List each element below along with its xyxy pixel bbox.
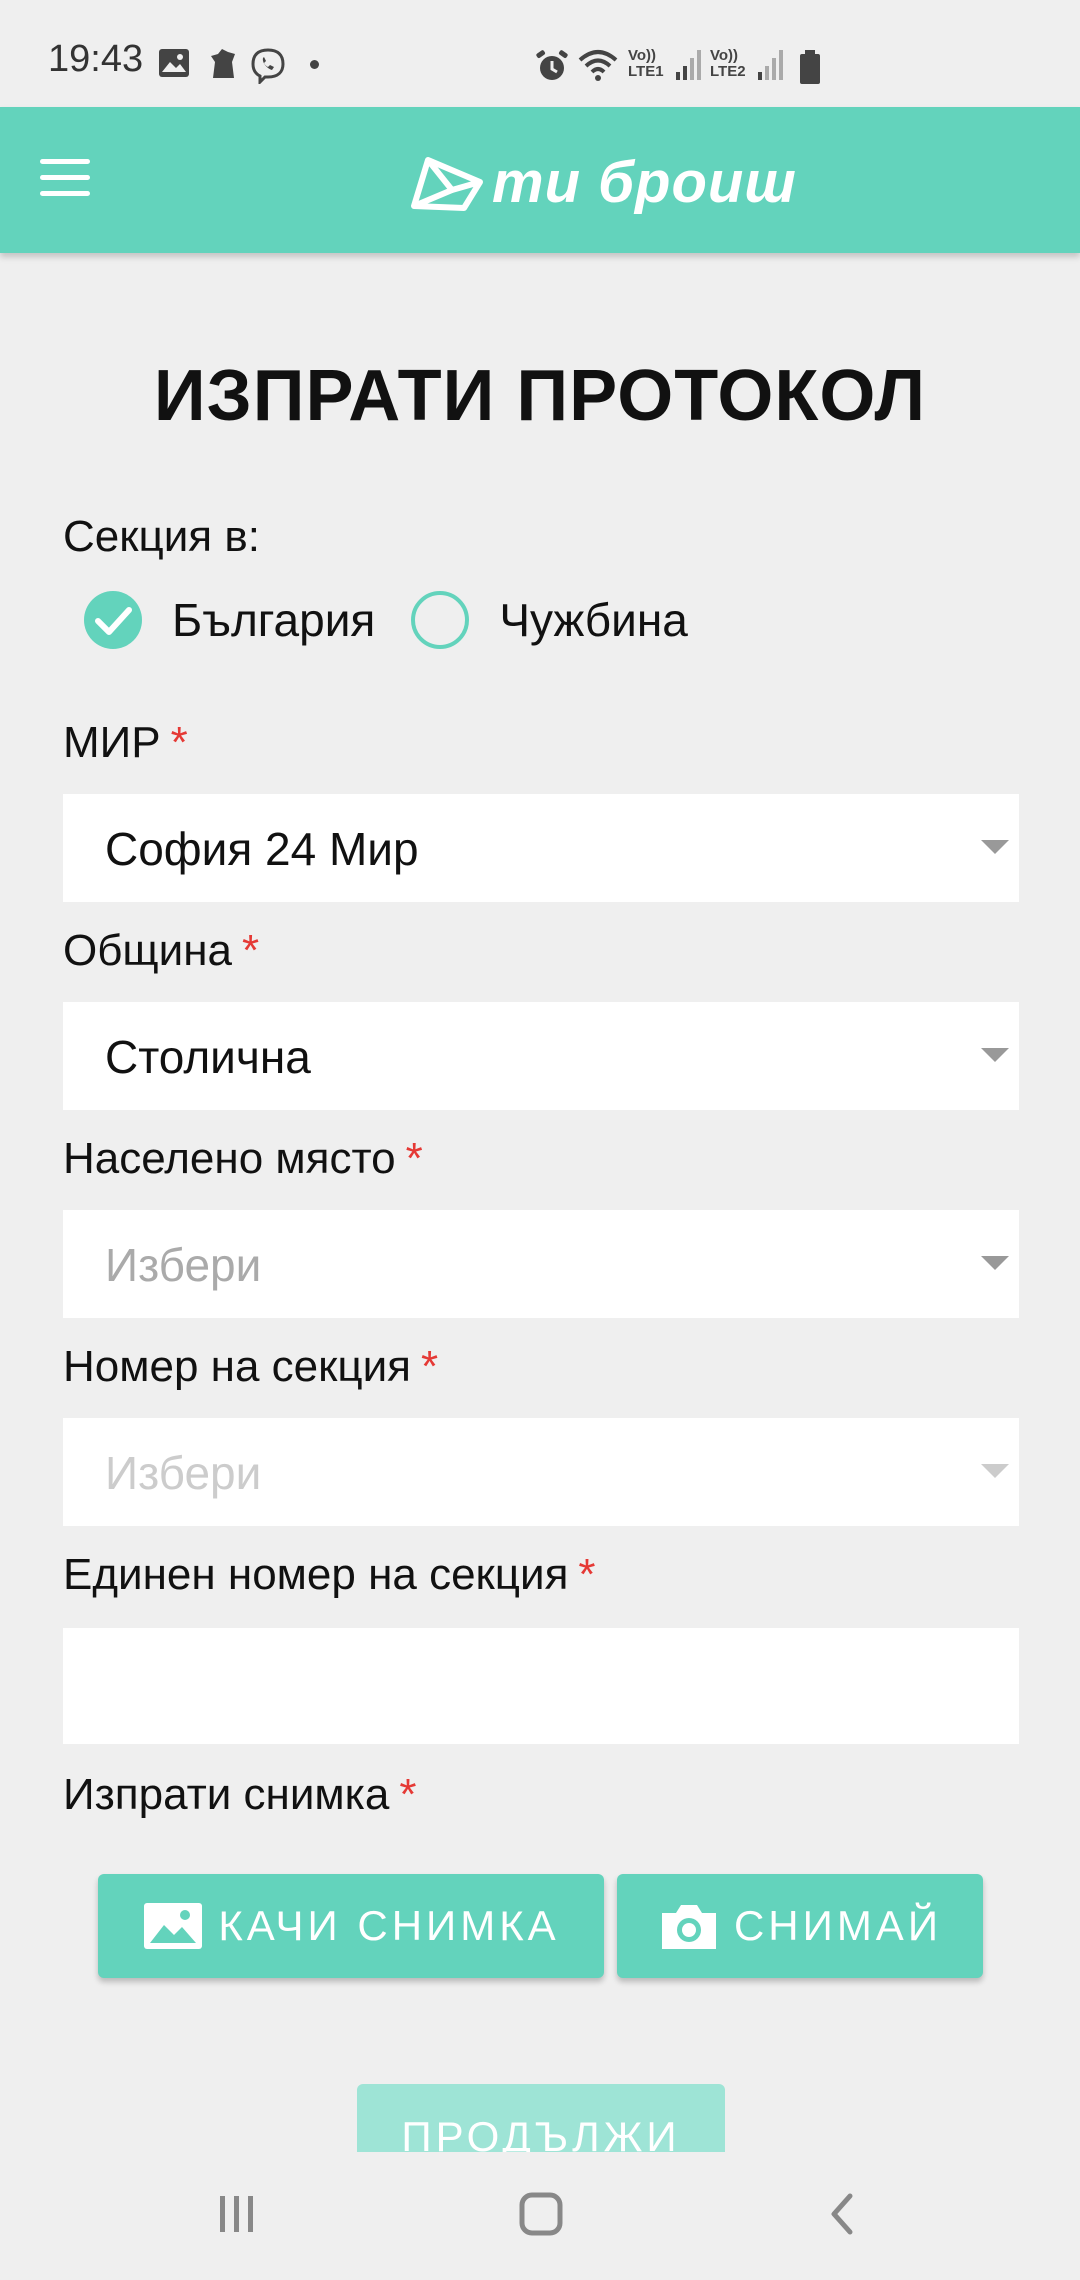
municipality-select-value: Столична [105, 1031, 311, 1083]
mir-label: МИР * [63, 718, 188, 767]
hamburger-menu-icon[interactable] [40, 159, 90, 199]
send-photo-label: Изпрати снимка * [63, 1770, 417, 1819]
mir-select[interactable]: София 24 Мир [63, 794, 1019, 902]
status-bar: 19:43 Vo)) LTE1 Vo)) LTE2 [0, 0, 1080, 107]
camera-icon [661, 1905, 716, 1949]
page-title: ИЗПРАТИ ПРОТОКОЛ [153, 356, 927, 436]
radio-unchecked-icon[interactable] [411, 591, 470, 649]
upload-photo-button[interactable]: КАЧИ СНИМКА [98, 1874, 604, 1978]
back-icon[interactable] [818, 2192, 868, 2236]
more-notifications-dot-icon [310, 60, 319, 69]
app-logo: ти броиш [408, 147, 797, 217]
upload-photo-button-label[interactable]: КАЧИ СНИМКА [218, 1902, 559, 1950]
signal-sim2-icon [758, 50, 783, 80]
radio-abroad-label[interactable]: Чужбина [499, 593, 688, 647]
section-number-select[interactable]: Избери [63, 1418, 1019, 1526]
required-asterisk: * [170, 718, 188, 767]
radio-abroad[interactable]: Чужбина [411, 591, 688, 649]
wifi-icon [578, 50, 618, 81]
dropdown-caret-icon [981, 1464, 1009, 1478]
section-number-label: Номер на секция * [63, 1342, 439, 1391]
required-asterisk: * [241, 926, 260, 975]
take-photo-button-label[interactable]: СНИМАЙ [734, 1902, 942, 1950]
take-photo-button[interactable]: СНИМАЙ [617, 1874, 983, 1978]
home-icon[interactable] [516, 2192, 566, 2236]
logo-text: ти броиш [492, 149, 797, 215]
recent-apps-icon[interactable] [212, 2192, 262, 2236]
dropdown-caret-icon [981, 1256, 1009, 1270]
status-time: 19:43 [48, 38, 144, 80]
logo-envelope-icon [411, 157, 483, 211]
required-asterisk: * [420, 1342, 439, 1391]
section-location-radio-group: България Чужбина [84, 588, 724, 652]
settlement-select-placeholder: Избери [105, 1239, 262, 1291]
required-asterisk: * [399, 1770, 417, 1819]
viber-notification-icon [251, 48, 285, 84]
alarm-icon [536, 50, 568, 80]
volte-sim2-indicator: Vo)) LTE2 [710, 47, 746, 80]
app-bar: ти броиш [0, 107, 1080, 253]
unique-section-number-input[interactable] [63, 1628, 1019, 1744]
required-asterisk: * [405, 1134, 423, 1183]
mir-select-value: София 24 Мир [105, 823, 419, 875]
settlement-label: Населено място * [63, 1134, 423, 1183]
battery-icon [800, 50, 820, 84]
municipality-select[interactable]: Столична [63, 1002, 1019, 1110]
image-icon [144, 1903, 203, 1949]
unique-section-number-label: Единен номер на секция * [63, 1550, 596, 1599]
section-location-label: Секция в: [63, 512, 260, 561]
section-number-select-placeholder: Избери [105, 1447, 262, 1499]
municipality-label: Община * [63, 926, 260, 975]
gallery-notification-icon [159, 49, 189, 77]
system-navigation-bar [0, 2152, 1080, 2280]
required-asterisk: * [578, 1550, 596, 1599]
radio-bulgaria-label[interactable]: България [172, 593, 375, 647]
dropdown-caret-icon [981, 1048, 1009, 1062]
settlement-select[interactable]: Избери [63, 1210, 1019, 1318]
dropdown-caret-icon [981, 840, 1009, 854]
radio-bulgaria[interactable]: България [84, 591, 375, 649]
premier-league-notification-icon [211, 49, 235, 78]
volte-sim1-indicator: Vo)) LTE1 [628, 47, 664, 80]
signal-sim1-icon [676, 50, 701, 80]
radio-checked-icon[interactable] [84, 591, 142, 649]
